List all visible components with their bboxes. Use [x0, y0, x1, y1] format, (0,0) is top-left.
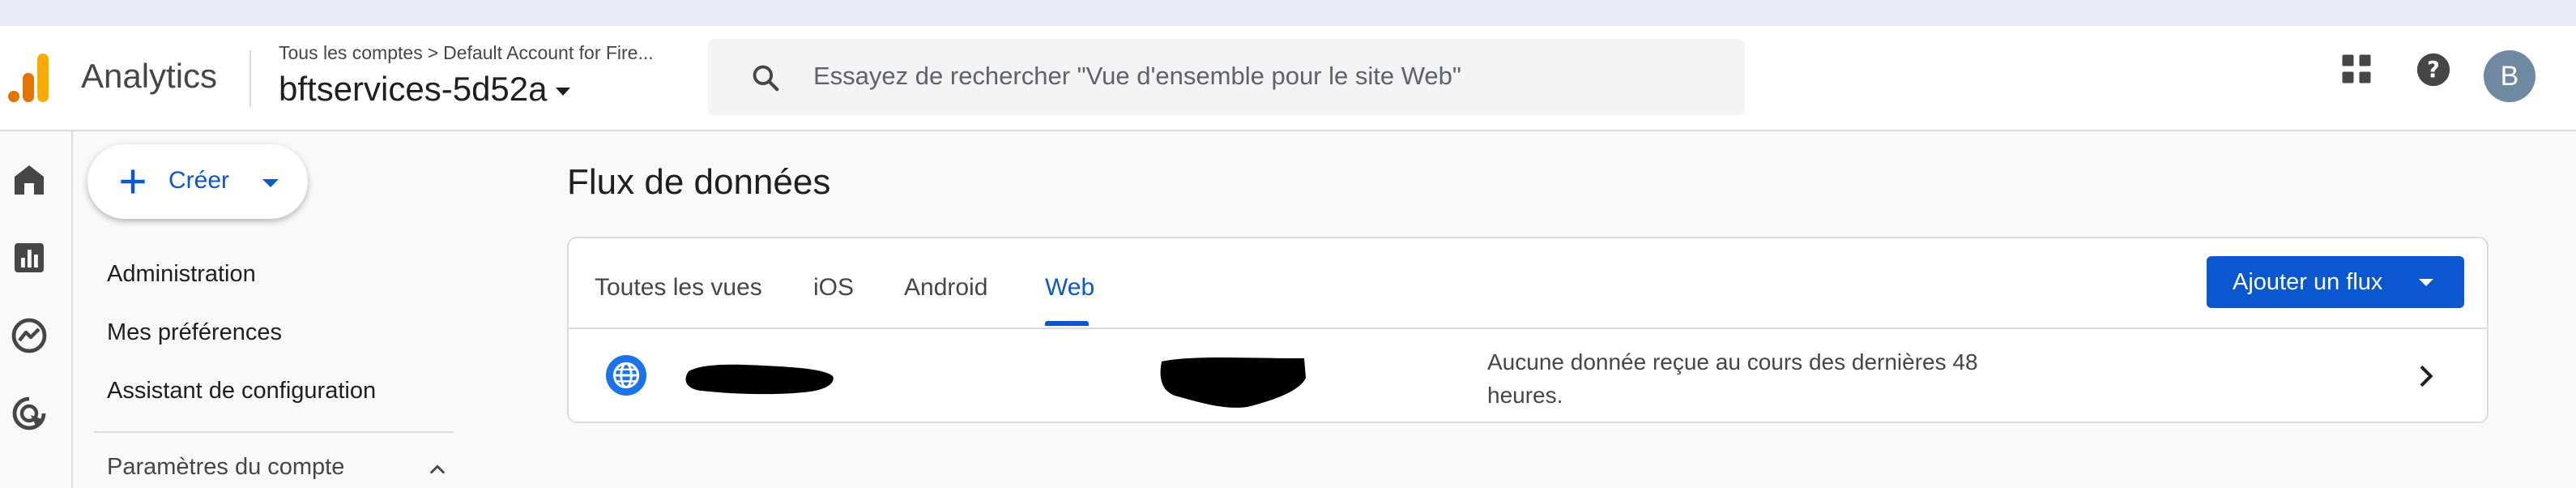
- tab-all-views[interactable]: Toutes les vues: [595, 274, 762, 302]
- header-divider: [249, 50, 251, 107]
- tab-web[interactable]: Web: [1045, 274, 1094, 302]
- reports-icon[interactable]: [10, 238, 49, 277]
- breadcrumb-root[interactable]: Tous les comptes: [279, 42, 423, 63]
- globe-icon: [606, 355, 646, 396]
- app-name[interactable]: Analytics: [81, 57, 217, 96]
- breadcrumb[interactable]: Tous les comptes > Default Account for Fir…: [279, 42, 654, 64]
- search-placeholder: Essayez de rechercher "Vue d'ensemble po…: [813, 62, 1461, 90]
- stream-tabs: Toutes les vues iOS Android Web Ajouter …: [569, 238, 2487, 329]
- nav-item-preferences[interactable]: Mes préférences: [107, 319, 282, 346]
- data-streams-card: Toutes les vues iOS Android Web Ajouter …: [567, 237, 2489, 423]
- nav-rail: [0, 131, 73, 488]
- stream-status-text: Aucune donnée reçue au cours des dernièr…: [1487, 349, 1978, 408]
- create-button-label: Créer: [168, 167, 230, 194]
- caret-down-icon: [262, 179, 279, 187]
- chevron-down-icon: [555, 87, 570, 96]
- stream-row[interactable]: Aucune donnée reçue au cours des dernièr…: [569, 329, 2487, 420]
- breadcrumb-separator: >: [427, 42, 439, 63]
- chevron-right-icon[interactable]: [2409, 360, 2442, 392]
- search-bar[interactable]: Essayez de rechercher "Vue d'ensemble po…: [708, 39, 1745, 115]
- nav-divider: [94, 431, 454, 433]
- explore-icon[interactable]: [10, 316, 49, 355]
- create-button[interactable]: Créer: [87, 144, 308, 219]
- tab-ios[interactable]: iOS: [813, 274, 854, 302]
- add-stream-button[interactable]: Ajouter un flux: [2207, 256, 2464, 308]
- help-icon[interactable]: ?: [2416, 52, 2451, 88]
- avatar[interactable]: B: [2484, 50, 2535, 102]
- app-header: Analytics Tous les comptes > Default Accou…: [0, 26, 2576, 131]
- search-icon: [753, 65, 779, 92]
- apps-grid-icon[interactable]: [2339, 52, 2373, 86]
- nav-item-administration[interactable]: Administration: [107, 261, 256, 288]
- svg-text:?: ?: [2427, 57, 2440, 83]
- plus-icon: [121, 169, 145, 194]
- browser-top-strip: [0, 0, 2576, 26]
- breadcrumb-account[interactable]: Default Account for Fire...: [443, 42, 654, 63]
- property-name: bftservices-5d52a: [279, 70, 548, 108]
- analytics-logo-icon[interactable]: [8, 54, 50, 102]
- property-selector[interactable]: bftservices-5d52a: [279, 70, 570, 109]
- page-title: Flux de données: [567, 162, 831, 202]
- redacted-stream-name: [685, 364, 834, 395]
- add-stream-label: Ajouter un flux: [2233, 269, 2383, 295]
- nav-section-account-settings[interactable]: Paramètres du compte: [107, 454, 344, 481]
- advertising-icon[interactable]: [10, 394, 49, 433]
- nav-item-setup-assistant[interactable]: Assistant de configuration: [107, 378, 376, 405]
- chevron-up-icon[interactable]: [426, 459, 449, 482]
- tab-android[interactable]: Android: [904, 274, 987, 302]
- active-tab-indicator: [1045, 321, 1089, 326]
- redacted-stream-url: [1160, 357, 1306, 408]
- caret-down-icon: [2419, 279, 2433, 286]
- home-icon[interactable]: [10, 161, 49, 199]
